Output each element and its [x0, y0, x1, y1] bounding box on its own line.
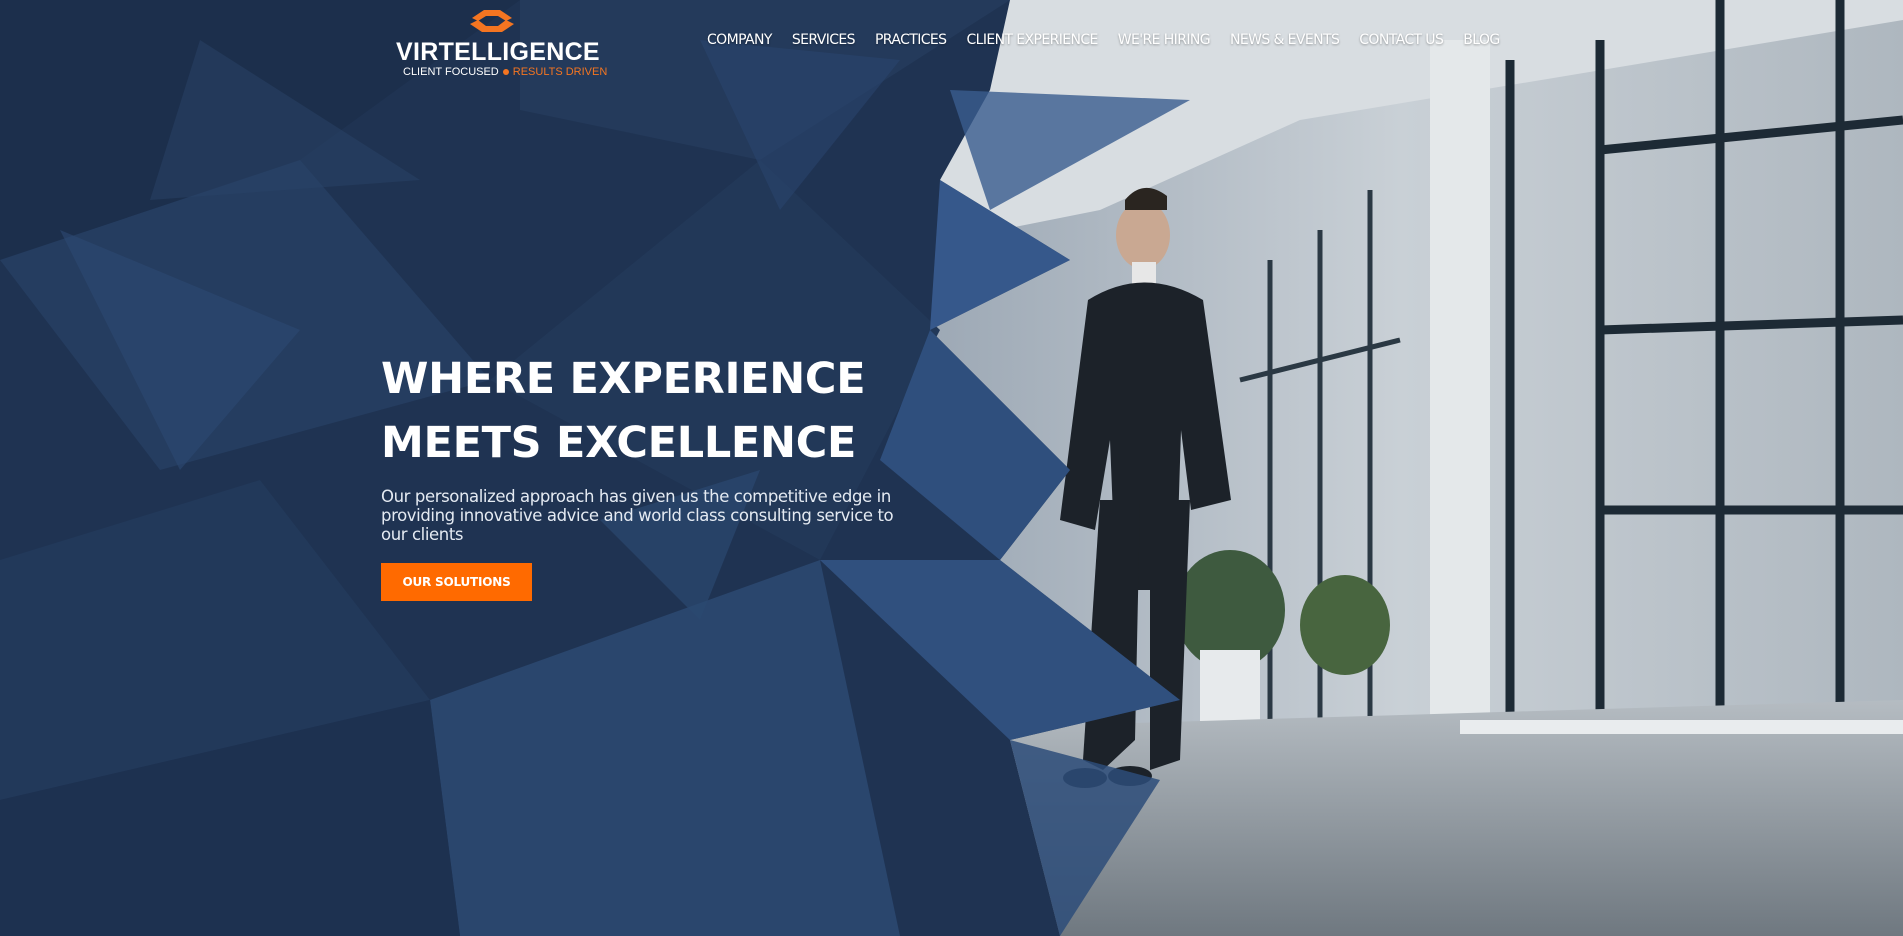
- hero-section: VIRTELLIGENCE CLIENT FOCUSED RESULTS DRIV…: [0, 0, 1903, 936]
- nav-item-client-experience[interactable]: CLIENT EXPERIENCE: [966, 32, 1098, 48]
- nav-item-blog[interactable]: BLOG: [1463, 32, 1500, 48]
- hero-title: WHERE EXPERIENCE MEETS EXCELLENCE: [381, 347, 921, 475]
- nav-item-practices[interactable]: PRACTICES: [875, 32, 947, 48]
- brand-name: VIRTELLIGENCE: [396, 38, 600, 66]
- brand-logo[interactable]: VIRTELLIGENCE CLIENT FOCUSED RESULTS DRIV…: [396, 8, 607, 80]
- tagline-dot-icon: [502, 68, 509, 75]
- tagline-left: CLIENT FOCUSED: [403, 66, 499, 78]
- brand-tagline: CLIENT FOCUSED RESULTS DRIVEN: [403, 66, 607, 78]
- hero-title-line-2: MEETS EXCELLENCE: [381, 418, 857, 468]
- main-nav: COMPANY SERVICES PRACTICES CLIENT EXPERI…: [707, 32, 1500, 48]
- hero-title-line-1: WHERE EXPERIENCE: [381, 354, 866, 404]
- hero-subtitle: Our personalized approach has given us t…: [381, 487, 894, 544]
- nav-item-hiring[interactable]: WE'RE HIRING: [1118, 32, 1211, 48]
- our-solutions-button[interactable]: OUR SOLUTIONS: [381, 563, 532, 601]
- nav-item-services[interactable]: SERVICES: [792, 32, 856, 48]
- nav-item-company[interactable]: COMPANY: [707, 32, 772, 48]
- tagline-right: RESULTS DRIVEN: [512, 66, 608, 78]
- logo-chevron-icon: [466, 8, 518, 34]
- nav-item-news-events[interactable]: NEWS & EVENTS: [1230, 32, 1340, 48]
- site-header: VIRTELLIGENCE CLIENT FOCUSED RESULTS DRIV…: [0, 0, 1903, 90]
- geometric-overlay: [0, 0, 1903, 936]
- nav-item-contact-us[interactable]: CONTACT US: [1359, 32, 1444, 48]
- hero-copy: WHERE EXPERIENCE MEETS EXCELLENCE Our pe…: [381, 347, 921, 601]
